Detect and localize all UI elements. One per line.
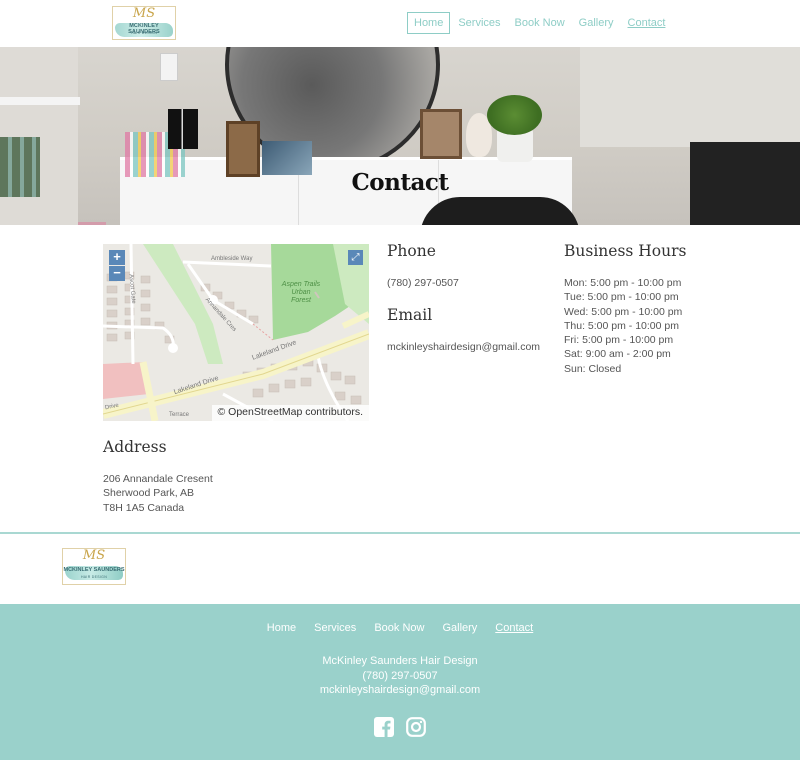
section-divider	[0, 532, 800, 534]
footer-logo-tagline: HAIR DESIGN	[80, 575, 108, 579]
footer-logo-name: MCKINLEY SAUNDERS	[63, 567, 125, 573]
address-line-3: T8H 1A5 Canada	[103, 501, 185, 514]
facebook-icon[interactable]	[374, 717, 394, 737]
hours-row-mon: Mon: 5:00 pm - 10:00 pm	[564, 277, 682, 289]
address-line-2: Sherwood Park, AB	[103, 487, 195, 500]
hours-row-sat: Sat: 9:00 am - 2:00 pm	[564, 348, 671, 361]
footer-nav-gallery[interactable]: Gallery	[442, 622, 477, 634]
map-label-terrace: Terrace	[169, 412, 190, 418]
map-zoom-in-button[interactable]: +	[109, 250, 125, 265]
map-label-ambleside: Ambleside Way	[211, 256, 253, 262]
footer-business-name: McKinley Saunders Hair Design	[322, 655, 478, 667]
footer-nav-services[interactable]: Services	[314, 622, 356, 634]
nav-contact[interactable]: Contact	[622, 13, 672, 33]
footer-nav-contact[interactable]: Contact	[495, 622, 533, 634]
site-header: MS MCKINLEY SAUNDERS HAIR DESIGN Home Se…	[0, 0, 800, 47]
hours-row-fri: Fri: 5:00 pm - 10:00 pm	[564, 334, 674, 347]
phone-value[interactable]: (780) 297-0507	[387, 276, 459, 290]
social-links	[0, 717, 800, 737]
hero-chair	[420, 197, 580, 225]
site-logo[interactable]: MS MCKINLEY SAUNDERS HAIR DESIGN	[112, 6, 176, 40]
email-value[interactable]: mckinleyshairdesign@gmail.com	[387, 340, 540, 354]
location-map[interactable]: Ambleside Way Lakeland Drive Lakeland Dr…	[103, 244, 369, 421]
nav-book-now[interactable]: Book Now	[509, 13, 571, 33]
hero-wall-left	[0, 47, 78, 225]
footer-email[interactable]: mckinleyshairdesign@gmail.com	[0, 683, 800, 698]
map-fullscreen-icon[interactable]: ⤢	[348, 250, 363, 265]
map-zoom-controls: + −	[109, 250, 125, 282]
hours-row-thu: Thu: 5:00 pm - 10:00 pm	[564, 319, 679, 332]
hero-banner: Contact	[0, 47, 800, 225]
map-tiles	[103, 244, 369, 421]
hero-product-bottles	[168, 109, 198, 149]
footer-nav-book-now[interactable]: Book Now	[374, 622, 424, 634]
hero-pink-item	[78, 222, 106, 225]
hero-shelf	[0, 97, 80, 105]
footer-nav-home[interactable]: Home	[267, 622, 296, 634]
footer-logo[interactable]: MS MCKINLEY SAUNDERS HAIR DESIGN	[62, 548, 126, 585]
footer-contact-info: McKinley Saunders Hair Design (780) 297-…	[0, 654, 800, 698]
site-footer: Home Services Book Now Gallery Contact M…	[0, 604, 800, 760]
email-heading: Email	[387, 306, 433, 324]
instagram-icon[interactable]	[406, 717, 426, 737]
map-label-forest: Aspen Trails Urban Forest	[281, 281, 321, 304]
hours-row-wed: Wed: 5:00 pm - 10:00 pm	[564, 305, 683, 318]
hero-wall-right	[580, 47, 800, 147]
hours-row-sun: Sun: Closed	[564, 362, 622, 375]
nav-home[interactable]: Home	[407, 12, 451, 34]
nav-services[interactable]: Services	[452, 13, 506, 33]
footer-phone[interactable]: (780) 297-0507	[0, 669, 800, 684]
address-heading: Address	[103, 438, 167, 456]
hours-list: Mon: 5:00 pm - 10:00 pm Tue: 5:00 pm - 1…	[564, 276, 682, 376]
address-line-1: 206 Annandale Cresent	[103, 473, 213, 485]
hours-row-tue: Tue: 5:00 pm - 10:00 pm	[564, 291, 679, 304]
address-block: 206 Annandale Cresent Sherwood Park, AB …	[103, 472, 213, 515]
footer-logo-monogram: MS	[82, 548, 106, 563]
logo-tagline: HAIR DESIGN	[130, 31, 158, 35]
hero-plant	[487, 95, 542, 135]
hours-heading: Business Hours	[564, 242, 687, 260]
nav-gallery[interactable]: Gallery	[573, 13, 620, 33]
page-title: Contact	[351, 169, 449, 196]
phone-heading: Phone	[387, 242, 436, 260]
main-nav: Home Services Book Now Gallery Contact	[407, 12, 673, 34]
hero-tray	[420, 109, 462, 159]
map-zoom-out-button[interactable]: −	[109, 266, 125, 281]
map-attribution[interactable]: © OpenStreetMap contributors.	[211, 405, 369, 421]
footer-nav: Home Services Book Now Gallery Contact	[0, 622, 800, 634]
hero-outlet	[160, 53, 178, 81]
logo-monogram: MS	[132, 6, 156, 21]
